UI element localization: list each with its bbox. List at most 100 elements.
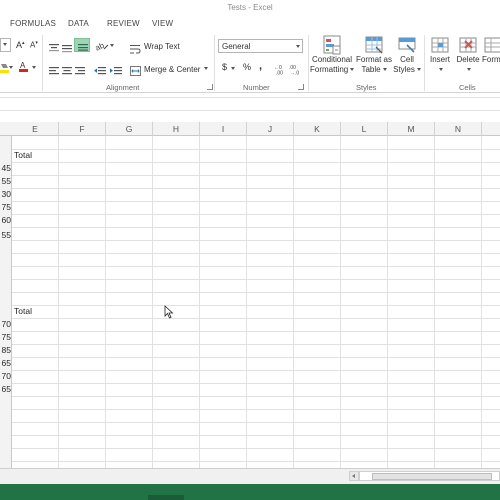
column-header-l[interactable]: L <box>341 122 388 136</box>
middle-align-icon[interactable] <box>61 40 73 58</box>
column-gridline <box>340 136 341 468</box>
number-launcher-icon[interactable] <box>298 84 304 90</box>
percent-style-button[interactable]: % <box>243 62 251 72</box>
insert-cells-button[interactable]: Insert <box>428 35 452 82</box>
increase-decimal-icon[interactable]: ←0.00 <box>274 62 288 80</box>
font-color-icon[interactable]: A <box>18 60 30 78</box>
decrease-indent-icon[interactable] <box>94 63 106 81</box>
font-color-dropdown-icon[interactable] <box>32 66 36 69</box>
fill-color-dropdown-icon[interactable] <box>9 66 13 69</box>
horizontal-scrollbar[interactable] <box>349 471 500 481</box>
scroll-thumb[interactable] <box>372 473 492 480</box>
cell-styles-button[interactable]: Cell Styles <box>393 35 421 82</box>
fill-color-icon[interactable] <box>0 61 9 73</box>
column-header-i[interactable]: I <box>200 122 247 136</box>
conditional-formatting-button[interactable]: Conditional Formatting <box>310 35 355 82</box>
ribbon-tabs: FORMULAS DATA REVIEW VIEW <box>0 16 500 33</box>
increase-indent-icon[interactable] <box>110 63 122 81</box>
format-cells-button[interactable]: Form <box>482 35 500 82</box>
cell-total-header-1[interactable]: Total <box>14 149 32 162</box>
row-gridline <box>12 214 500 215</box>
column-gridline <box>58 136 59 468</box>
cell-value[interactable]: 70 <box>0 370 11 383</box>
orientation-icon[interactable]: ab <box>94 39 111 57</box>
orientation-dropdown-icon[interactable] <box>110 44 114 47</box>
column-header-k[interactable]: K <box>294 122 341 136</box>
merge-center-dropdown-icon[interactable] <box>204 67 208 70</box>
status-bar <box>0 484 500 500</box>
cell-value[interactable]: 70 <box>0 318 11 331</box>
format-as-table-label-2: Table <box>361 65 381 74</box>
comma-style-button[interactable]: , <box>259 60 262 72</box>
align-center-icon[interactable] <box>61 63 73 81</box>
insert-cells-icon <box>429 35 451 55</box>
cell-value[interactable]: 60 <box>0 214 11 227</box>
alignment-launcher-icon[interactable] <box>207 84 213 90</box>
accounting-dropdown-icon[interactable] <box>231 67 235 70</box>
cell-value[interactable]: 85 <box>0 344 11 357</box>
merge-center-button[interactable]: Merge & Center <box>144 65 200 74</box>
top-align-icon[interactable] <box>48 40 60 58</box>
align-left-icon[interactable] <box>48 63 60 81</box>
cell-styles-label-1: Cell <box>400 55 414 64</box>
cell-value[interactable]: 75 <box>0 201 11 214</box>
format-as-table-icon <box>363 35 385 55</box>
format-as-table-button[interactable]: Format as Table <box>356 35 392 82</box>
svg-text:→.0: →.0 <box>290 71 299 76</box>
column-header-h[interactable]: H <box>153 122 200 136</box>
cells-group-label: Cells <box>459 83 476 92</box>
format-cells-icon <box>482 35 500 55</box>
cell-value[interactable]: 30 <box>0 188 11 201</box>
number-format-value: General <box>222 42 251 51</box>
font-size-dropdown[interactable] <box>0 38 11 52</box>
delete-cells-button[interactable]: Delete <box>455 35 481 82</box>
conditional-formatting-chevron-icon <box>350 68 355 72</box>
row-gridline <box>12 422 500 423</box>
cell-value[interactable]: 65 <box>0 383 11 396</box>
tab-formulas[interactable]: FORMULAS <box>10 19 56 28</box>
row-gridline <box>12 305 500 306</box>
column-header-n[interactable]: N <box>435 122 482 136</box>
merge-center-icon <box>130 63 141 81</box>
decrease-font-icon[interactable]: A▾ <box>30 40 38 50</box>
bottom-align-button[interactable] <box>74 38 90 52</box>
scroll-left-button[interactable] <box>349 471 359 481</box>
row-gridline <box>12 383 500 384</box>
cell-styles-icon <box>396 35 418 55</box>
column-gridline <box>434 136 435 468</box>
cell-value[interactable]: 75 <box>0 331 11 344</box>
cell-value[interactable]: 55 <box>0 229 11 242</box>
column-header-j[interactable]: J <box>247 122 294 136</box>
row-gridline <box>12 201 500 202</box>
scroll-track[interactable] <box>359 471 500 481</box>
column-header-f[interactable]: F <box>59 122 106 136</box>
cell-value[interactable]: 45 <box>0 162 11 175</box>
worksheet-grid[interactable]: E F G H I J K L M N Total Total 45 55 30… <box>0 122 500 468</box>
conditional-formatting-label-1: Conditional <box>311 55 353 64</box>
format-as-table-label-1: Format as <box>356 55 393 64</box>
row-gridline <box>12 188 500 189</box>
cell-value[interactable]: 55 <box>0 175 11 188</box>
tab-view[interactable]: VIEW <box>152 19 173 28</box>
formula-bar[interactable] <box>0 97 500 111</box>
tab-review[interactable]: REVIEW <box>107 19 140 28</box>
cell-total-header-2[interactable]: Total <box>14 305 32 318</box>
row-gridline <box>12 461 500 462</box>
svg-text:.00: .00 <box>276 71 283 76</box>
decrease-decimal-icon[interactable]: .00 →.0 <box>289 62 303 80</box>
increase-font-icon[interactable]: A▴ <box>16 40 25 50</box>
column-header-m[interactable]: M <box>388 122 435 136</box>
cell-styles-label-2: Styles <box>393 65 415 74</box>
row-gridline <box>12 162 500 163</box>
column-header-e[interactable]: E <box>12 122 59 136</box>
align-right-icon[interactable] <box>74 63 86 81</box>
number-format-dropdown[interactable]: General <box>218 39 303 53</box>
row-gridline <box>12 318 500 319</box>
tab-data[interactable]: DATA <box>68 19 89 28</box>
cell-value[interactable]: 65 <box>0 357 11 370</box>
column-header-g[interactable]: G <box>106 122 153 136</box>
column-gridline <box>293 136 294 468</box>
accounting-format-button[interactable]: $ <box>222 62 227 72</box>
wrap-text-button[interactable]: Wrap Text <box>144 42 180 51</box>
window-title: Tests - Excel <box>227 3 273 12</box>
